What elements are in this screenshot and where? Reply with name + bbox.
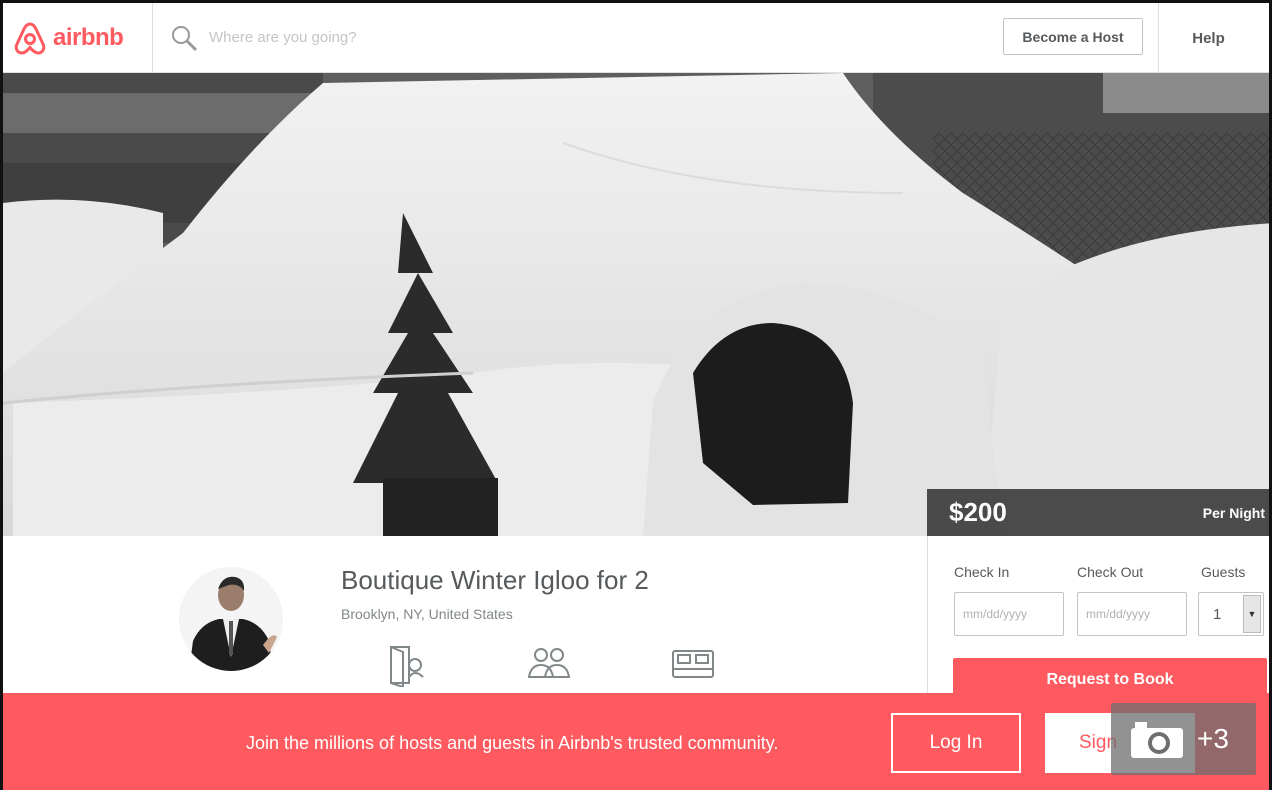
- room-type-icon: [390, 646, 424, 687]
- login-button[interactable]: Log In: [891, 713, 1021, 773]
- join-text: Join the millions of hosts and guests in…: [246, 733, 779, 753]
- guests-icon: [527, 648, 571, 678]
- host-avatar[interactable]: [179, 567, 283, 671]
- listing-hero-photo[interactable]: [3, 73, 1269, 536]
- guests-select[interactable]: 1 ▼: [1198, 592, 1264, 636]
- guests-label: Guests: [1201, 564, 1246, 580]
- guests-value: 1: [1213, 605, 1222, 623]
- igloo-photo: [3, 73, 1269, 536]
- price: $200: [949, 497, 1007, 527]
- airbnb-logo-icon: [14, 21, 46, 55]
- top-nav: airbnb Become a Host Help: [3, 3, 1269, 73]
- price-unit: Per Night: [1202, 504, 1265, 521]
- camera-icon: [1131, 722, 1183, 758]
- search-icon: [172, 25, 198, 51]
- become-host-button[interactable]: Become a Host: [1003, 18, 1143, 55]
- check-out-label: Check Out: [1077, 564, 1144, 580]
- check-in-input[interactable]: [954, 592, 1064, 636]
- check-out-input[interactable]: [1077, 592, 1187, 636]
- search-input[interactable]: [209, 29, 609, 46]
- photo-count: +3: [1197, 723, 1229, 754]
- price-bar: $200 Per Night: [927, 489, 1269, 536]
- logo[interactable]: airbnb: [3, 3, 153, 73]
- host-photo: [179, 567, 283, 671]
- check-in-label: Check In: [954, 564, 1010, 580]
- photo-gallery-badge[interactable]: +3: [1111, 703, 1256, 775]
- listing-location: Brooklyn, NY, United States: [341, 606, 513, 622]
- logo-text: airbnb: [53, 23, 124, 51]
- page: airbnb Become a Host Help: [0, 0, 1272, 790]
- bed-icon: [672, 650, 714, 678]
- listing-title: Boutique Winter Igloo for 2: [341, 565, 649, 595]
- chevron-down-icon[interactable]: ▼: [1243, 595, 1261, 633]
- help-link[interactable]: Help: [1158, 3, 1258, 73]
- signup-banner: Join the millions of hosts and guests in…: [3, 693, 1269, 790]
